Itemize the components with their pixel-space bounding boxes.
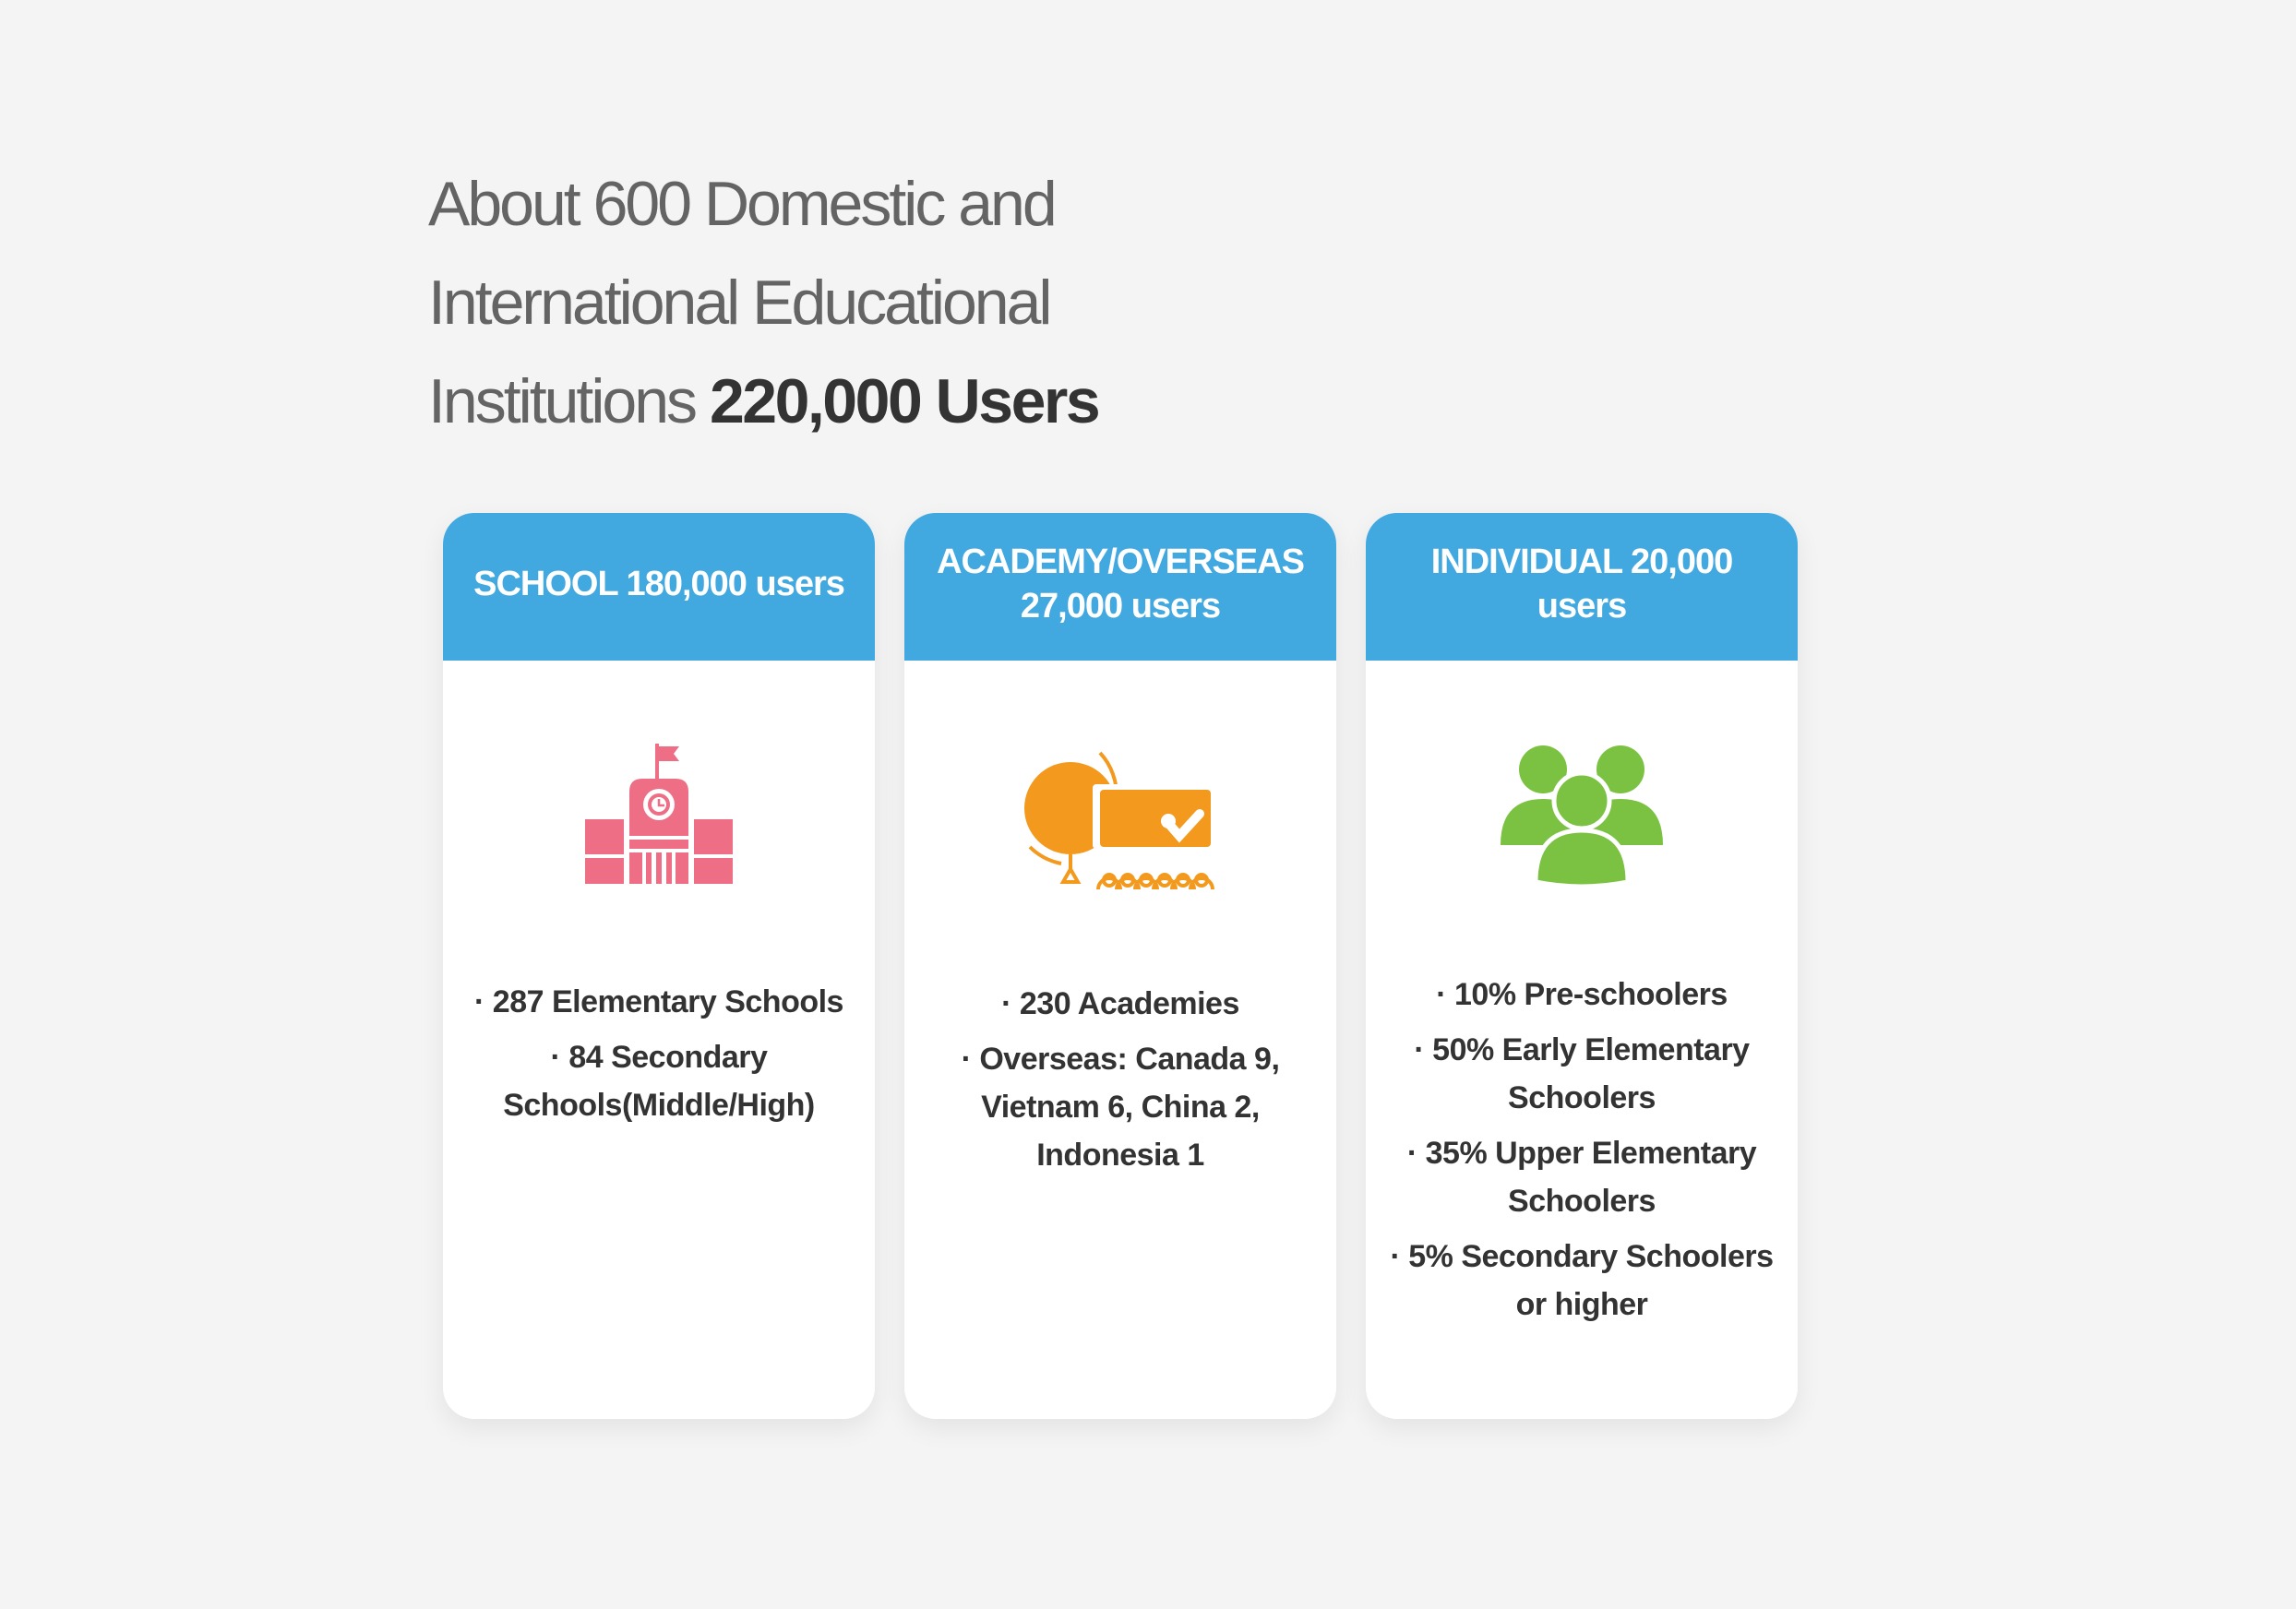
academy-card-list: · 230 Academies · Overseas: Canada 9, Vi… — [923, 980, 1318, 1186]
headline-user-count: 220,000 Users — [709, 366, 1101, 436]
individual-card-header: INDIVIDUAL 20,000 users — [1366, 513, 1798, 661]
individual-card: INDIVIDUAL 20,000 users · 10% Pre-school… — [1366, 513, 1798, 1419]
headline-line-3-prefix: Institutions — [428, 366, 710, 436]
individual-card-list: · 10% Pre-schoolers · 50% Early Elementa… — [1384, 971, 1779, 1336]
individual-icon-wrap — [1366, 744, 1798, 910]
headline-line-1: About 600 Domestic and — [428, 169, 1058, 239]
people-group-icon — [1501, 745, 1663, 889]
school-icon-wrap — [443, 744, 875, 910]
list-item: · 5% Secondary Schoolers or higher — [1390, 1239, 1774, 1322]
list-item: · 230 Academies — [1001, 986, 1239, 1021]
school-building-icon — [585, 744, 733, 884]
school-card: SCHOOL 180,000 users · 287 Elementary Sc… — [443, 513, 875, 1419]
page-headline: About 600 Domestic and International Edu… — [428, 155, 1351, 451]
school-card-title: SCHOOL 180,000 users — [473, 565, 845, 603]
user-category-cards: SCHOOL 180,000 users · 287 Elementary Sc… — [443, 513, 1798, 1419]
list-item: · 287 Elementary Schools — [474, 984, 843, 1019]
list-item: · 50% Early Elementary Schoolers — [1414, 1032, 1750, 1115]
school-card-list: · 287 Elementary Schools · 84 Secondary … — [461, 978, 856, 1137]
academy-card-title: ACADEMY/OVERSEAS 27,000 users — [937, 542, 1305, 626]
list-item: · 10% Pre-schoolers — [1436, 977, 1728, 1012]
academy-card: ACADEMY/OVERSEAS 27,000 users · 230 Acad… — [904, 513, 1336, 1419]
academy-classroom-icon — [1024, 751, 1214, 890]
individual-card-title: INDIVIDUAL 20,000 users — [1430, 542, 1734, 626]
academy-card-header: ACADEMY/OVERSEAS 27,000 users — [904, 513, 1336, 661]
academy-icon-wrap — [904, 744, 1336, 910]
school-card-header: SCHOOL 180,000 users — [443, 513, 875, 661]
headline-line-2: International Educational — [428, 268, 1053, 338]
list-item: · 35% Upper Elementary Schoolers — [1406, 1136, 1757, 1219]
list-item: · Overseas: Canada 9, Vietnam 6, China 2… — [961, 1042, 1280, 1173]
list-item: · 84 Secondary Schools(Middle/High) — [503, 1040, 815, 1123]
headline-line-3: Institutions 220,000 Users — [428, 352, 1351, 451]
